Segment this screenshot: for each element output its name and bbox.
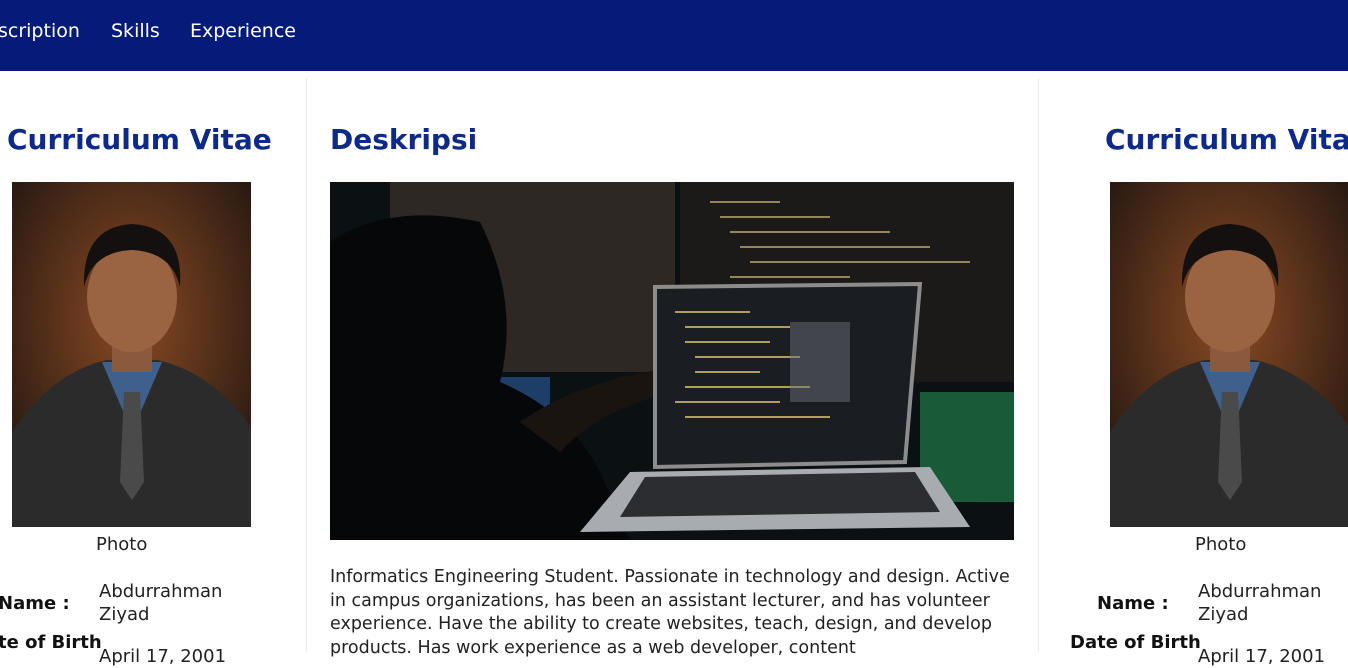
right-photo-caption: Photo	[1195, 534, 1247, 555]
description-title: Deskripsi	[330, 123, 478, 156]
left-profile-photo	[12, 182, 251, 527]
left-name-value: Abdurrahman Ziyad	[99, 581, 223, 625]
right-dob-label: Date of Birth	[1070, 632, 1201, 653]
right-profile-photo	[1110, 182, 1348, 527]
nav-item-skills[interactable]: Skills	[111, 20, 160, 42]
right-name-label: Name :	[1097, 593, 1169, 614]
left-cv-title: Curriculum Vitae	[7, 123, 272, 156]
description-hero-image	[330, 182, 1014, 540]
top-navbar: scription Skills Experience	[0, 0, 1348, 71]
right-name-value: Abdurrahman Ziyad	[1198, 581, 1322, 625]
left-dob-value: April 17, 2001	[99, 646, 227, 667]
left-dob-label: te of Birth	[0, 632, 102, 653]
right-dob-value: April 17, 2001	[1198, 646, 1326, 667]
right-cv-title: Curriculum Vitae	[1105, 123, 1348, 156]
left-photo-caption: Photo	[96, 534, 148, 555]
description-text: Informatics Engineering Student. Passion…	[330, 567, 1010, 658]
nav-item-description[interactable]: scription	[0, 20, 80, 42]
column-divider-left	[306, 78, 307, 652]
column-divider-right	[1038, 78, 1039, 652]
nav-item-experience[interactable]: Experience	[190, 20, 296, 42]
left-name-label: Name :	[0, 593, 70, 614]
